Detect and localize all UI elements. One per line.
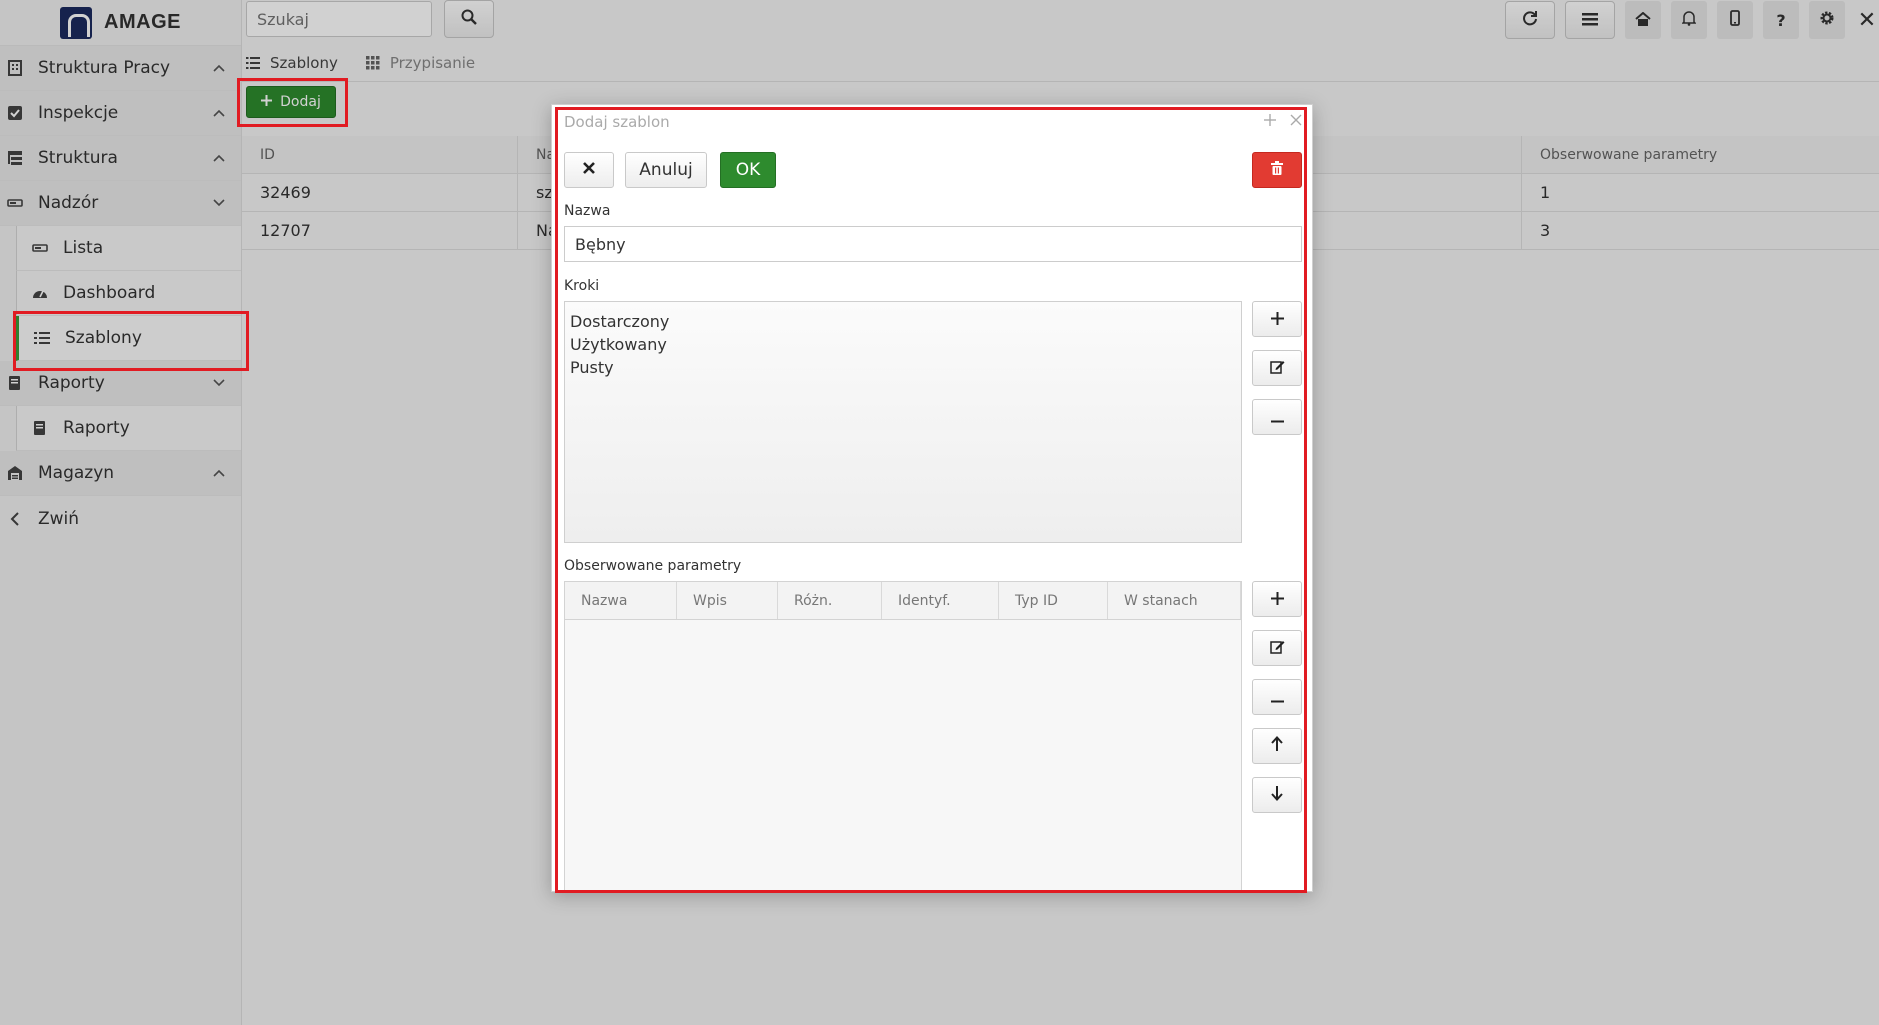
highlight-szablony-item xyxy=(13,311,249,371)
highlight-dialog xyxy=(555,107,1307,893)
highlight-add-button xyxy=(237,78,348,127)
